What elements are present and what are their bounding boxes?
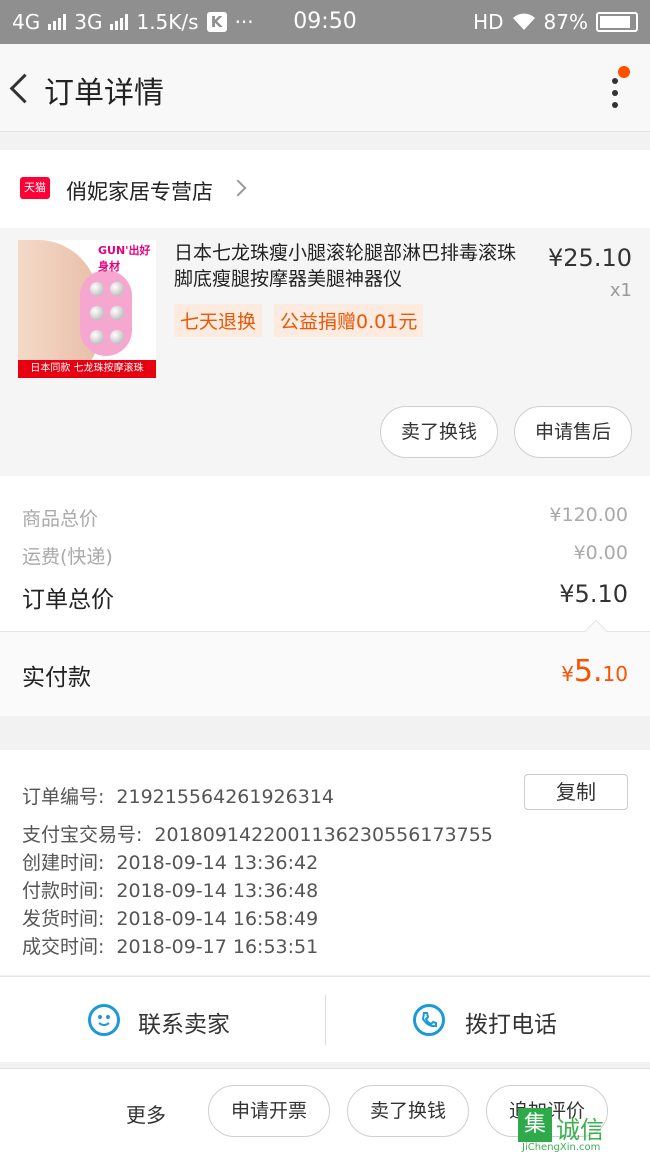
watermark-word: 诚信 xyxy=(556,1116,604,1144)
more-actions-button[interactable]: 更多 xyxy=(126,1099,166,1128)
copy-button[interactable]: 复制 xyxy=(524,774,628,810)
info-row-shipped: 发货时间: 2018-09-14 16:58:49 xyxy=(22,908,319,930)
phone-icon xyxy=(413,1004,445,1036)
more-vert-icon[interactable] xyxy=(600,66,630,110)
product-title[interactable]: 日本七龙珠瘦小腿滚轮腿部淋巴排毒滚珠脚底瘦腿按摩器美腿神器仪 xyxy=(174,240,534,292)
info-row-completed: 成交时间: 2018-09-17 16:53:51 xyxy=(22,936,319,958)
image-brand-text: GUN'出好身材 xyxy=(98,244,151,273)
goods-total-value: ¥120.00 xyxy=(549,504,628,526)
product-item[interactable]: GUN'出好身材 日本同款 七龙珠按摩滚珠 日本七龙珠瘦小腿滚轮腿部淋巴排毒滚珠… xyxy=(0,228,650,476)
nav-bar: 订单详情 xyxy=(0,44,650,132)
battery-percent: 87% xyxy=(543,10,588,34)
info-row-created: 创建时间: 2018-09-14 13:36:42 xyxy=(22,852,319,874)
shop-name[interactable]: 俏妮家居专营店 xyxy=(66,176,213,206)
shipping-label: 运费(快递) xyxy=(22,546,113,568)
page-title: 订单详情 xyxy=(44,76,164,111)
after-sale-button[interactable]: 申请售后 xyxy=(513,406,632,458)
resell-button-bottom[interactable]: 卖了换钱 xyxy=(347,1085,470,1137)
notification-dot xyxy=(618,66,630,78)
tag-charity: 公益捐赠0.01元 xyxy=(274,304,424,337)
price-summary: 商品总价 ¥120.00 运费(快递) ¥0.00 订单总价 ¥5.10 实付款… xyxy=(0,476,650,716)
chevron-right-icon xyxy=(229,179,247,197)
shop-card: 天猫 俏妮家居专营店 GUN'出好身材 日本同款 七龙珠按摩滚珠 日本七龙珠瘦小… xyxy=(0,150,650,476)
goods-total-label: 商品总价 xyxy=(22,508,99,530)
battery-icon xyxy=(596,12,638,32)
order-total-row: 订单总价 ¥5.10 xyxy=(22,580,628,614)
shop-header[interactable]: 天猫 俏妮家居专营店 xyxy=(0,150,650,228)
order-total-label: 订单总价 xyxy=(22,587,114,613)
watermark-url: JiChengXin.com xyxy=(522,1142,601,1153)
tmall-icon: 天猫 xyxy=(20,177,50,199)
contact-seller-label: 联系卖家 xyxy=(138,1012,230,1038)
call-phone-label: 拨打电话 xyxy=(465,1012,557,1038)
product-image[interactable]: GUN'出好身材 日本同款 七龙珠按摩滚珠 xyxy=(18,240,156,378)
paid-amount: ¥5.10 xyxy=(561,654,628,689)
info-row-alipay-no: 支付宝交易号: 2018091422001136230556173755 xyxy=(22,824,493,846)
status-right: HD 87% xyxy=(473,10,638,34)
paid-row: 实付款 ¥5.10 xyxy=(0,619,650,716)
contact-row: 联系卖家 拨打电话 xyxy=(0,976,650,1062)
wifi-icon xyxy=(512,13,535,30)
info-row-paid: 付款时间: 2018-09-14 13:36:48 xyxy=(22,880,319,902)
image-caption: 日本同款 七龙珠按摩滚珠 xyxy=(18,360,156,378)
order-total-value: ¥5.10 xyxy=(559,580,628,608)
watermark-logo: 集 xyxy=(518,1108,552,1142)
tag-return: 七天退换 xyxy=(174,304,263,337)
product-price: ¥25.10 xyxy=(548,244,632,272)
service-tags: 七天退换 公益捐赠0.01元 xyxy=(174,304,424,337)
hd-indicator: HD xyxy=(473,10,504,34)
back-icon[interactable] xyxy=(6,66,36,110)
smile-chat-icon xyxy=(88,1004,120,1036)
product-actions: 卖了换钱 申请售后 xyxy=(379,406,632,458)
shipping-value: ¥0.00 xyxy=(573,542,628,564)
goods-total-row: 商品总价 ¥120.00 xyxy=(22,504,628,531)
paid-label: 实付款 xyxy=(22,665,91,691)
resell-button[interactable]: 卖了换钱 xyxy=(379,406,498,458)
site-watermark: 集 诚信 JiChengXin.com xyxy=(518,1108,646,1153)
status-bar: 4G 3G 1.5K/s K ··· 09:50 HD 87% xyxy=(0,0,650,44)
product-quantity: x1 xyxy=(609,280,632,301)
info-row-order-no: 订单编号: 219215564261926314 xyxy=(22,786,334,808)
shipping-row: 运费(快递) ¥0.00 xyxy=(22,542,628,569)
order-info: 复制 订单编号: 219215564261926314 支付宝交易号: 201809… xyxy=(0,750,650,975)
contact-seller-button[interactable]: 联系卖家 xyxy=(0,977,325,1063)
call-phone-button[interactable]: 拨打电话 xyxy=(325,977,650,1063)
invoice-button[interactable]: 申请开票 xyxy=(208,1085,331,1137)
